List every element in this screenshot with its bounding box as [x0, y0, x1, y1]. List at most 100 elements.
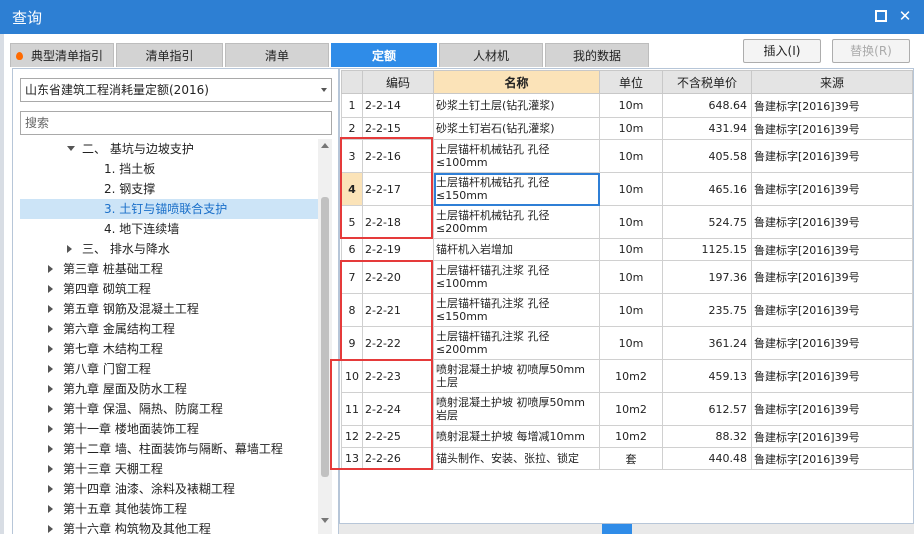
cell-price[interactable]: 612.57 [662, 392, 752, 426]
cell-name[interactable]: 砂浆土钉岩石(钻孔灌浆) [433, 117, 600, 140]
cell-price[interactable]: 524.75 [662, 205, 752, 239]
tree-node[interactable]: 第十六章 构筑物及其他工程 [20, 519, 318, 534]
cell-source[interactable]: 鲁建标字[2016]39号 [751, 117, 913, 140]
cell-source[interactable]: 鲁建标字[2016]39号 [751, 260, 913, 294]
caret-right-icon[interactable] [48, 305, 53, 313]
tree-node[interactable]: 第九章 屋面及防水工程 [20, 379, 318, 399]
cell-code[interactable]: 2-2-14 [362, 93, 434, 118]
cell-name[interactable]: 砂浆土钉土层(钻孔灌浆) [433, 93, 600, 118]
caret-right-icon[interactable] [48, 365, 53, 373]
table-row[interactable]: 6 2-2-19 锚杆机入岩增加 10m 1125.15 鲁建标字[2016]3… [341, 238, 913, 261]
caret-right-icon[interactable] [48, 265, 53, 273]
tab-quota[interactable]: 定额 [331, 43, 437, 67]
cell-price[interactable]: 431.94 [662, 117, 752, 140]
tree-node[interactable]: 第八章 门窗工程 [20, 359, 318, 379]
library-select[interactable]: 山东省建筑工程消耗量定额(2016) [20, 78, 332, 102]
tree-node[interactable]: 第十四章 油漆、涂料及裱糊工程 [20, 479, 318, 499]
cell-name[interactable]: 喷射混凝土护坡 每增减10mm [433, 425, 600, 448]
caret-right-icon[interactable] [48, 465, 53, 473]
column-header-unit[interactable]: 单位 [599, 70, 663, 94]
cell-price[interactable]: 405.58 [662, 139, 752, 173]
cell-name[interactable]: 土层锚杆机械钻孔 孔径≤100mm [433, 139, 600, 173]
cell-source[interactable]: 鲁建标字[2016]39号 [751, 205, 913, 239]
cell-unit[interactable]: 套 [599, 447, 663, 470]
tree-node[interactable]: 第四章 砌筑工程 [20, 279, 318, 299]
cell-price[interactable]: 88.32 [662, 425, 752, 448]
cell-source[interactable]: 鲁建标字[2016]39号 [751, 139, 913, 173]
cell-source[interactable]: 鲁建标字[2016]39号 [751, 293, 913, 327]
tree-node[interactable]: 二、 基坑与边坡支护 [20, 139, 318, 159]
cell-code[interactable]: 2-2-19 [362, 238, 434, 261]
tree-node[interactable]: 第十章 保温、隔热、防腐工程 [20, 399, 318, 419]
cell-source[interactable]: 鲁建标字[2016]39号 [751, 425, 913, 448]
cell-unit[interactable]: 10m [599, 293, 663, 327]
scroll-thumb[interactable] [321, 197, 329, 477]
tree-node[interactable]: 第十二章 墙、柱面装饰与隔断、幕墙工程 [20, 439, 318, 459]
tree-node[interactable]: 第六章 金属结构工程 [20, 319, 318, 339]
close-icon[interactable]: ✕ [898, 9, 912, 24]
cell-price[interactable]: 465.16 [662, 172, 752, 206]
tree-node[interactable]: 第十五章 其他装饰工程 [20, 499, 318, 519]
cell-unit[interactable]: 10m [599, 260, 663, 294]
column-header-price[interactable]: 不含税单价 [662, 70, 752, 94]
cell-unit[interactable]: 10m2 [599, 392, 663, 426]
caret-right-icon[interactable] [67, 245, 72, 253]
cell-price[interactable]: 197.36 [662, 260, 752, 294]
cell-price[interactable]: 235.75 [662, 293, 752, 327]
caret-right-icon[interactable] [48, 345, 53, 353]
caret-right-icon[interactable] [48, 485, 53, 493]
cell-name[interactable]: 喷射混凝土护坡 初喷厚50mm 岩层 [433, 392, 600, 426]
cell-unit[interactable]: 10m [599, 172, 663, 206]
cell-name[interactable]: 土层锚杆机械钻孔 孔径≤200mm [433, 205, 600, 239]
cell-name[interactable]: 土层锚杆锚孔注浆 孔径≤200mm [433, 326, 600, 360]
tree-node-selected[interactable]: 3. 土钉与锚喷联合支护 [20, 199, 318, 219]
tree-node[interactable]: 第十一章 楼地面装饰工程 [20, 419, 318, 439]
cell-price[interactable]: 1125.15 [662, 238, 752, 261]
column-header-name[interactable]: 名称 [433, 70, 600, 94]
caret-right-icon[interactable] [48, 325, 53, 333]
cell-price[interactable]: 361.24 [662, 326, 752, 360]
cell-unit[interactable]: 10m [599, 205, 663, 239]
cell-unit[interactable]: 10m2 [599, 425, 663, 448]
tree-node[interactable]: 第五章 钢筋及混凝土工程 [20, 299, 318, 319]
cell-name[interactable]: 喷射混凝土护坡 初喷厚50mm 土层 [433, 359, 600, 393]
caret-down-icon[interactable] [67, 146, 75, 151]
cell-source[interactable]: 鲁建标字[2016]39号 [751, 172, 913, 206]
tab-typical-bill-guide[interactable]: 典型清单指引 [10, 43, 114, 67]
cell-name[interactable]: 土层锚杆锚孔注浆 孔径≤100mm [433, 260, 600, 294]
cell-price[interactable]: 648.64 [662, 93, 752, 118]
cell-source[interactable]: 鲁建标字[2016]39号 [751, 238, 913, 261]
insert-button[interactable]: 插入(I) [743, 39, 821, 63]
search-input[interactable] [20, 111, 332, 135]
tab-my-data[interactable]: 我的数据 [545, 43, 649, 67]
tree-scrollbar[interactable] [318, 139, 332, 534]
cell-price[interactable]: 459.13 [662, 359, 752, 393]
grid-scrollbar[interactable] [339, 524, 914, 534]
cell-source[interactable]: 鲁建标字[2016]39号 [751, 447, 913, 470]
replace-button[interactable]: 替换(R) [832, 39, 910, 63]
cell-source[interactable]: 鲁建标字[2016]39号 [751, 359, 913, 393]
tree-node[interactable]: 4. 地下连续墙 [20, 219, 318, 239]
tree-node[interactable]: 三、 排水与降水 [20, 239, 318, 259]
cell-unit[interactable]: 10m [599, 93, 663, 118]
caret-right-icon[interactable] [48, 405, 53, 413]
cell-source[interactable]: 鲁建标字[2016]39号 [751, 93, 913, 118]
cell-name[interactable]: 锚杆机入岩增加 [433, 238, 600, 261]
maximize-icon[interactable] [874, 9, 888, 23]
column-header-source[interactable]: 来源 [751, 70, 913, 94]
cell-unit[interactable]: 10m [599, 238, 663, 261]
column-header-code[interactable]: 编码 [362, 70, 434, 94]
tree-node[interactable]: 第七章 木结构工程 [20, 339, 318, 359]
caret-right-icon[interactable] [48, 285, 53, 293]
tree-node[interactable]: 2. 钢支撑 [20, 179, 318, 199]
caret-right-icon[interactable] [48, 425, 53, 433]
cell-unit[interactable]: 10m [599, 326, 663, 360]
scroll-down-icon[interactable] [321, 518, 329, 523]
cell-source[interactable]: 鲁建标字[2016]39号 [751, 392, 913, 426]
cell-source[interactable]: 鲁建标字[2016]39号 [751, 326, 913, 360]
caret-right-icon[interactable] [48, 445, 53, 453]
cell-unit[interactable]: 10m [599, 117, 663, 140]
tree-node[interactable]: 第十三章 天棚工程 [20, 459, 318, 479]
scroll-grip[interactable] [602, 524, 632, 534]
tab-bill-guide[interactable]: 清单指引 [116, 43, 223, 67]
